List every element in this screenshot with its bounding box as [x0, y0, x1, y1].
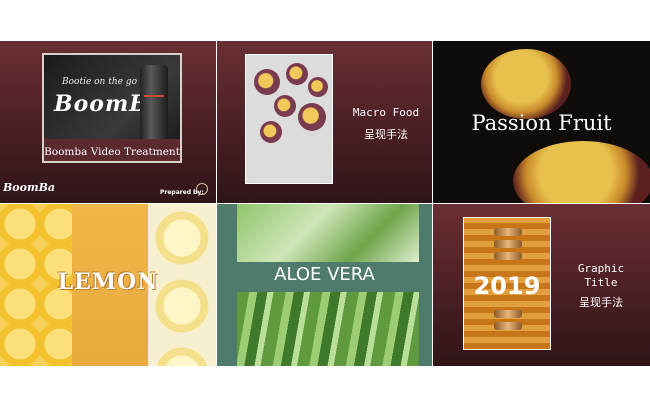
macro-food-photo	[245, 54, 333, 184]
macro-food-subtitle: 呈现手法	[364, 128, 408, 141]
boomba-tagline: Bootie on the go	[62, 77, 137, 87]
coin-stack-icon	[494, 322, 522, 330]
coin-stack-icon	[494, 310, 522, 318]
passion-fruit-title: Passion Fruit	[471, 111, 612, 135]
coin-stack-icon	[494, 240, 522, 248]
aloe-plant-photo	[237, 292, 419, 366]
graphic-poster: 2019	[463, 217, 551, 350]
tile-macro-food[interactable]: Macro Food 呈现手法	[217, 41, 432, 203]
graphic-title-line1: Graphic	[577, 262, 625, 275]
tile-lemon[interactable]: LEMON	[0, 204, 216, 366]
aloe-vera-title: ALOE VERA	[274, 264, 375, 285]
tile-graphic-title[interactable]: 2019 Graphic Title 呈现手法	[433, 204, 650, 366]
agency-badge-icon	[196, 183, 208, 195]
macro-food-title: Macro Food	[352, 106, 420, 119]
graphic-title-line2: Title	[584, 276, 618, 289]
poster-year: 2019	[473, 272, 541, 300]
lemon-word: LEMON	[57, 269, 159, 295]
graphic-title-label: Graphic Title	[561, 262, 641, 290]
graphic-title-subtitle: 呈现手法	[579, 296, 623, 309]
boomba-video-card[interactable]: Bootie on the go BoomBa Boomba Video Tre…	[42, 53, 182, 163]
video-treatment-grid: Bootie on the go BoomBa Boomba Video Tre…	[0, 41, 650, 366]
tile-passion-fruit[interactable]: Passion Fruit	[433, 41, 650, 203]
aloe-slices-photo	[237, 204, 419, 262]
coin-stack-icon	[494, 252, 522, 260]
drink-can-icon	[140, 65, 168, 143]
coin-stack-icon	[494, 228, 522, 236]
boomba-caption: Boomba Video Treatment	[44, 146, 180, 158]
passion-fruit-half	[481, 49, 571, 119]
passion-fruit-half	[513, 141, 650, 203]
tile-aloe-vera[interactable]: ALOE VERA	[217, 204, 432, 366]
boomba-logo: BoomBa	[3, 181, 56, 194]
tile-boomba[interactable]: Bootie on the go BoomBa Boomba Video Tre…	[0, 41, 216, 203]
